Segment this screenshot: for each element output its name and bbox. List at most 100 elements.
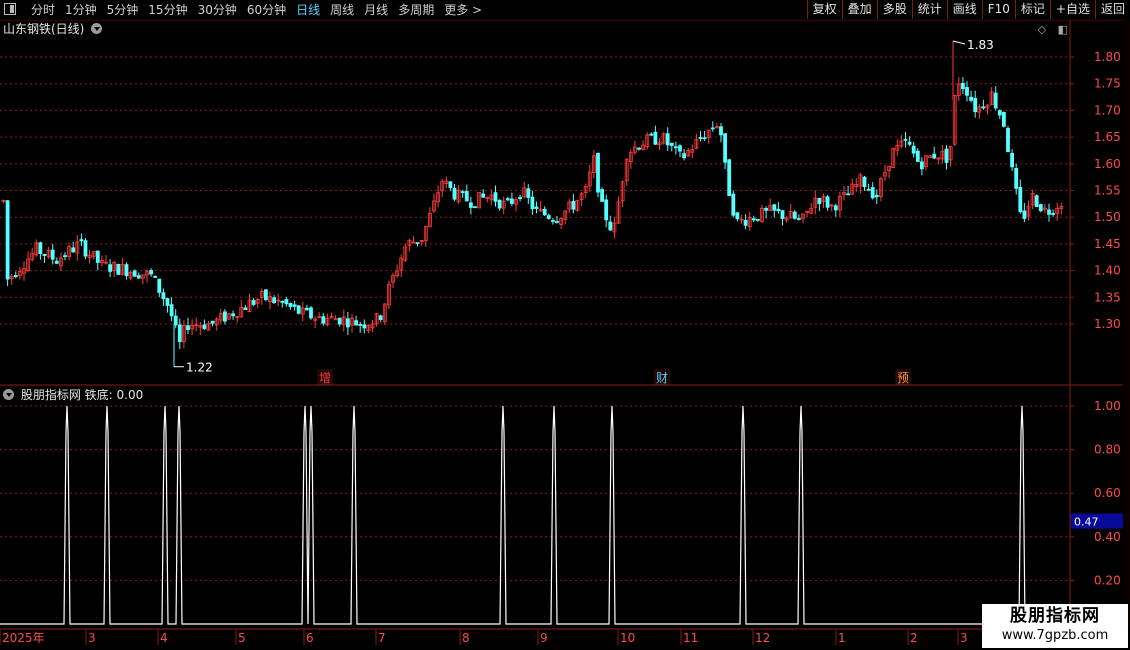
x-tick-label: 6 — [306, 631, 314, 645]
candle-body — [997, 110, 1002, 116]
candle-body — [862, 176, 867, 188]
candle-body — [493, 192, 498, 202]
indicator-tick-label: 0.80 — [1094, 443, 1121, 457]
candle-body — [452, 187, 457, 200]
price-tick-label: 1.70 — [1094, 103, 1121, 117]
candle-body — [743, 219, 748, 226]
candle-body — [415, 242, 420, 244]
candle-body — [505, 198, 510, 201]
price-tick-label: 1.65 — [1094, 130, 1121, 144]
candle-body — [817, 198, 822, 205]
candle-body — [54, 260, 59, 264]
candle-body — [776, 208, 781, 212]
candle-body — [354, 320, 359, 326]
candle-body — [907, 141, 912, 145]
candle-body — [756, 218, 760, 221]
candle-body — [1006, 127, 1010, 153]
candle-body — [473, 206, 477, 209]
candle-body — [1038, 204, 1043, 212]
event-marker-0: 增 — [319, 371, 331, 385]
indicator-tick-label: 1.00 — [1094, 399, 1121, 413]
candle-body — [792, 211, 797, 219]
indicator-tick-label: 0.20 — [1094, 573, 1121, 587]
candle-body — [5, 200, 10, 280]
candle-body — [518, 196, 522, 200]
candle-body — [698, 137, 703, 139]
price-tick-label: 1.55 — [1094, 184, 1121, 198]
candle-body — [682, 153, 686, 159]
side-strip — [1123, 20, 1130, 628]
candle-body — [551, 219, 555, 222]
candle-body — [719, 126, 723, 136]
candle-body — [961, 82, 965, 90]
watermark-line1: 股朋指标网 — [1010, 606, 1100, 626]
price-tick-label: 1.80 — [1094, 50, 1121, 64]
candle-body — [460, 191, 465, 193]
candle-body — [63, 255, 67, 257]
x-tick-label: 8 — [462, 631, 470, 645]
candle-body — [165, 298, 170, 306]
candle-body — [604, 199, 609, 221]
candle-body — [866, 188, 871, 191]
candle-body — [280, 300, 285, 303]
candle-body — [973, 97, 978, 113]
event-marker-1: 财 — [656, 371, 668, 385]
price-tick-label: 1.50 — [1094, 210, 1121, 224]
candle-body — [965, 87, 969, 96]
candle-body — [108, 264, 112, 272]
candle-body — [1034, 195, 1039, 208]
high-pointer — [952, 40, 966, 45]
price-tick-label: 1.60 — [1094, 157, 1121, 171]
candle-body — [1014, 168, 1019, 189]
candle-body — [534, 206, 539, 209]
candle-body — [764, 207, 768, 211]
candle-body — [608, 221, 613, 231]
candle-body — [674, 146, 678, 149]
candle-body — [546, 215, 551, 219]
x-tick-label: 11 — [683, 631, 698, 645]
watermark-line2: www.7gpzb.com — [1001, 628, 1109, 643]
x-tick-label: 4 — [160, 631, 168, 645]
candle-body — [1002, 112, 1006, 127]
candle-body — [653, 131, 658, 145]
candle-body — [173, 315, 178, 326]
candle-body — [71, 247, 76, 253]
candle-body — [678, 145, 682, 152]
current-value-label: 0.47 — [1074, 516, 1099, 529]
candle-body — [727, 159, 732, 197]
candle-body — [981, 106, 986, 109]
indicator-line — [0, 405, 1070, 625]
price-tick-label: 1.75 — [1094, 77, 1121, 91]
candle-body — [177, 324, 182, 343]
candle-body — [735, 212, 740, 220]
price-tick-label: 1.45 — [1094, 237, 1121, 251]
candle-body — [79, 239, 84, 242]
candle-body — [468, 202, 473, 208]
candle-body — [251, 300, 256, 305]
candle-body — [50, 249, 55, 260]
candle-body — [202, 324, 207, 330]
kline-chart-area[interactable]: 1.83 1.22 增 财 预 1.80 1.75 1.70 1.65 1.60 1.55 1.50… — [0, 0, 1130, 650]
candle-body — [772, 204, 777, 211]
candle-body — [993, 92, 998, 109]
x-tick-label: 7 — [378, 631, 386, 645]
candle-body — [944, 148, 949, 163]
price-tick-label: 1.40 — [1094, 264, 1121, 278]
candle-body — [669, 142, 674, 146]
candle-body — [1022, 210, 1027, 219]
candle-body — [284, 299, 289, 305]
candle-body — [464, 190, 469, 202]
candle-body — [903, 138, 908, 141]
x-tick-label: 1 — [838, 631, 846, 645]
candle-body — [95, 250, 100, 263]
candle-body — [272, 297, 277, 304]
x-tick-label: 5 — [238, 631, 246, 645]
candle-body — [345, 318, 350, 328]
event-marker-2: 预 — [897, 371, 909, 385]
candle-body — [304, 307, 309, 311]
candle-body — [710, 127, 715, 130]
candle-body — [153, 275, 158, 278]
candle-body — [833, 205, 838, 211]
candle-body — [263, 289, 268, 301]
high-price-label: 1.83 — [967, 38, 994, 52]
